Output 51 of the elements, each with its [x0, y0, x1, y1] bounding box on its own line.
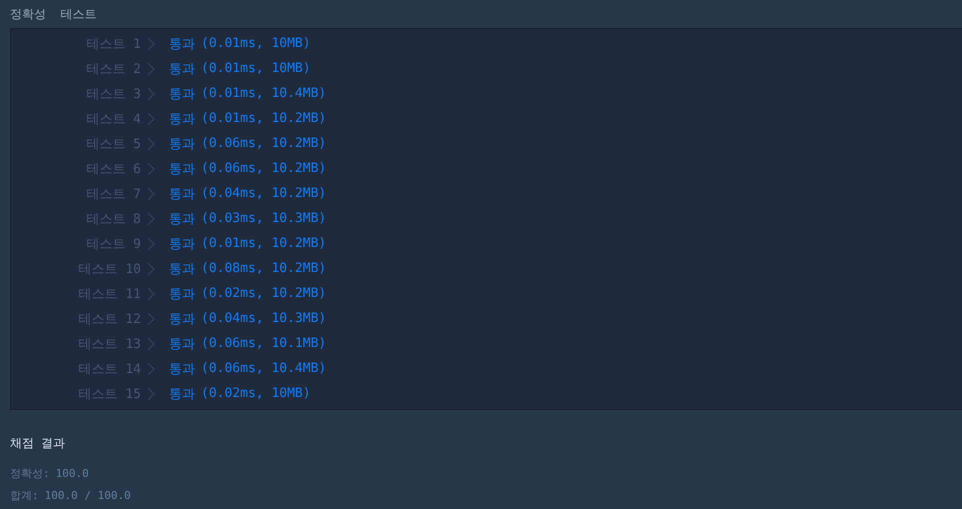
chevron-icon — [147, 312, 155, 326]
result-status: 통과 — [169, 336, 195, 352]
result-detail: (0.04ms, 10.3MB) — [201, 311, 326, 326]
chevron-icon — [147, 286, 155, 300]
result-status: 통과 — [169, 86, 195, 102]
result-status: 통과 — [169, 110, 195, 128]
chevron-icon — [147, 162, 155, 176]
result-detail: (0.06ms, 10.4MB) — [201, 361, 326, 376]
result-status: 통과 — [169, 36, 195, 52]
chevron-icon — [147, 186, 155, 200]
result-detail: (0.01ms, 10.4MB) — [201, 86, 326, 101]
result-status: 통과 — [169, 136, 195, 152]
chevron-icon — [147, 112, 155, 126]
chevron-icon — [147, 386, 155, 400]
result-status: 통과 — [169, 160, 195, 178]
result-detail: (0.06ms, 10.2MB) — [201, 136, 326, 151]
summary-label: 합계: — [10, 488, 39, 502]
chevron-icon — [147, 212, 155, 226]
chevron-icon — [147, 236, 155, 250]
chevron-icon — [147, 336, 155, 350]
result-status: 통과 — [169, 236, 195, 252]
result-detail: (0.06ms, 10.1MB) — [201, 336, 326, 351]
summary-label: 정확성: — [10, 466, 50, 480]
result-status: 통과 — [169, 60, 195, 78]
chevron-icon — [147, 262, 155, 276]
result-status: 통과 — [169, 260, 195, 278]
result-detail: (0.06ms, 10.2MB) — [201, 161, 326, 176]
summary-value: 100.0 — [56, 466, 89, 480]
chevron-icon — [147, 36, 155, 50]
result-detail: (0.01ms, 10MB) — [201, 61, 311, 76]
result-status: 통과 — [169, 386, 195, 402]
section-title: 정확성 테스트 — [9, 6, 98, 23]
summary-value: 100.0 / 100.0 — [44, 488, 131, 502]
result-status: 통과 — [169, 286, 195, 302]
result-status: 통과 — [169, 186, 195, 202]
result-detail: (0.04ms, 10.2MB) — [201, 186, 326, 201]
result-detail: (0.01ms, 10MB) — [201, 36, 311, 51]
result-detail: (0.01ms, 10.2MB) — [201, 111, 326, 126]
result-status: 통과 — [169, 210, 195, 228]
chevron-icon — [147, 136, 155, 150]
result-detail: (0.01ms, 10.2MB) — [201, 236, 326, 251]
chevron-icon — [147, 362, 155, 376]
result-status: 통과 — [169, 310, 195, 328]
result-detail: (0.02ms, 10.2MB) — [201, 286, 326, 301]
result-detail: (0.03ms, 10.3MB) — [201, 211, 326, 226]
summary-title: 채점 결과 — [10, 435, 66, 452]
result-detail: (0.08ms, 10.2MB) — [201, 261, 326, 276]
chevron-icon — [147, 62, 155, 76]
chevron-icon — [147, 86, 155, 100]
result-status: 통과 — [169, 360, 195, 378]
result-detail: (0.02ms, 10MB) — [201, 386, 311, 401]
